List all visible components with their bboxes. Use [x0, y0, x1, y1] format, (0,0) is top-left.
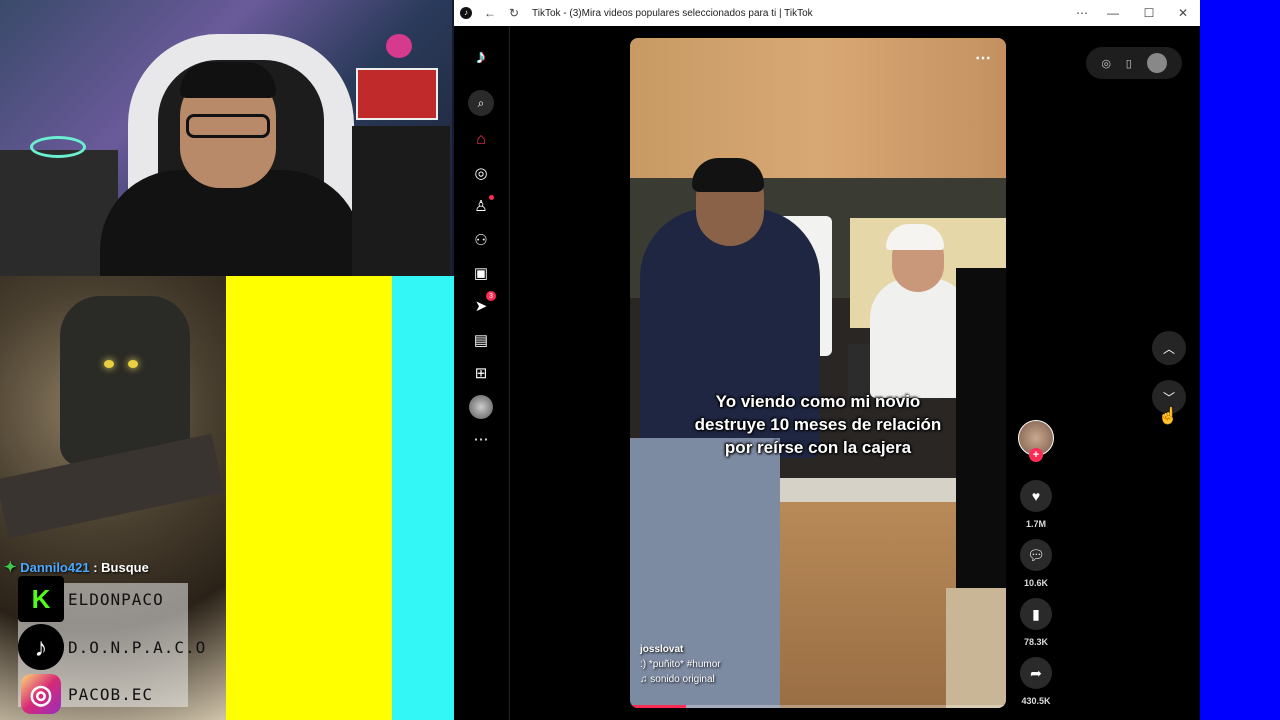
video-sound[interactable]: ♫ sonido original	[640, 674, 721, 685]
chat-message: ✦ Dannilo421 : Busque	[4, 558, 149, 576]
lamp-light	[30, 136, 86, 158]
video-player[interactable]: ⋯ Yo viendo como mi novio destruye 10 me…	[630, 38, 1006, 708]
speaker	[352, 126, 450, 276]
tiktok-sidebar: ♪ ⌕ ⌂ ◎ ♙ ⚇ ▣ ➤ 3 ▤ ⊞ ⋯	[454, 26, 510, 720]
previous-video-chevron-up-icon[interactable]: ︿	[1152, 331, 1186, 365]
video-author[interactable]: josslovat	[640, 644, 721, 655]
webcam-feed	[0, 0, 452, 276]
inbox-icon[interactable]: ▤	[470, 329, 492, 351]
share-count: 430.5K	[1021, 696, 1051, 706]
search-icon[interactable]: ⌕	[468, 90, 494, 116]
messages-badge: 3	[486, 291, 496, 301]
social-handle: ELDONPACO	[68, 589, 164, 609]
plus-icon: ✦	[4, 559, 17, 576]
follow-plus-icon[interactable]: +	[1029, 448, 1043, 462]
like-heart-icon[interactable]: ♥	[1020, 480, 1052, 512]
tiktok-icon: ♪	[18, 624, 64, 670]
friends-icon[interactable]: ⚇	[470, 229, 492, 251]
maximize-button[interactable]: ☐	[1132, 0, 1166, 26]
back-arrow-icon[interactable]: ←	[478, 0, 502, 26]
social-row-instagram: ◎ PACOB.EC	[18, 673, 153, 715]
video-progress-fill	[630, 705, 687, 708]
poster	[356, 68, 438, 120]
dark-creature	[60, 296, 190, 466]
messages-send-icon[interactable]: ➤ 3	[470, 291, 496, 317]
top-right-controls: ◎ ▯	[1086, 47, 1182, 79]
share-arrow-icon[interactable]: ➦	[1020, 657, 1052, 689]
more-options-icon[interactable]: ⋯	[1070, 0, 1094, 26]
home-icon[interactable]: ⌂	[470, 129, 492, 151]
socials-panel: K ELDONPACO ♪ D.O.N.P.A.C.O ◎ PACOB.EC	[18, 576, 205, 714]
video-progress-bar[interactable]	[630, 705, 1006, 708]
instagram-icon: ◎	[21, 674, 61, 714]
social-handle: D.O.N.P.A.C.O	[68, 637, 207, 657]
profile-avatar[interactable]	[469, 395, 493, 419]
glasses	[186, 114, 270, 138]
video-meta: josslovat :) *puñito* #humor ♫ sonido or…	[640, 644, 721, 689]
video-caption: Yo viendo como mi novio destruye 10 mese…	[694, 392, 942, 457]
cyan-panel	[392, 276, 454, 720]
following-icon[interactable]: ♙	[470, 195, 494, 217]
title-bar: ♪ ← ↻ TikTok - (3)Mira videos populares …	[454, 0, 1200, 26]
creature-eye	[128, 360, 138, 368]
yellow-panel	[226, 276, 392, 720]
chat-text: Busque	[101, 560, 149, 575]
comment-count: 10.6K	[1023, 578, 1049, 588]
reload-icon[interactable]: ↻	[502, 0, 526, 26]
browser-window: ♪ ← ↻ TikTok - (3)Mira videos populares …	[454, 0, 1200, 720]
social-handle: PACOB.EC	[68, 684, 154, 704]
notification-dot	[489, 195, 494, 200]
creature-eye	[104, 360, 114, 368]
screen: ✦ Dannilo421 : Busque K ELDONPACO ♪ D.O.…	[0, 0, 1280, 720]
chat-separator: :	[93, 560, 98, 575]
phone-icon[interactable]: ▯	[1126, 57, 1132, 70]
scene-cashier	[870, 278, 970, 398]
app-icon: ♪	[454, 0, 478, 26]
more-dots-icon[interactable]: ⋯	[470, 428, 492, 450]
scene-cabinets	[630, 38, 1006, 178]
video-more-icon[interactable]: ⋯	[975, 48, 992, 68]
tiktok-logo-icon[interactable]: ♪	[470, 46, 492, 68]
close-button[interactable]: ✕	[1166, 0, 1200, 26]
like-count: 1.7M	[1025, 519, 1046, 529]
save-count: 78.3K	[1023, 637, 1049, 647]
live-tv-icon[interactable]: ▣	[470, 262, 492, 284]
flower-plant	[386, 34, 412, 58]
blue-background	[1200, 0, 1280, 720]
upload-plus-icon[interactable]: ⊞	[470, 362, 492, 384]
user-avatar[interactable]	[1146, 53, 1167, 73]
minimize-button[interactable]: —	[1094, 0, 1132, 26]
mouse-cursor-icon: ☝	[1158, 408, 1178, 425]
bookmark-icon[interactable]: ▮	[1020, 598, 1052, 630]
video-description: :) *puñito* #humor	[640, 659, 721, 670]
social-row-kick: K ELDONPACO	[18, 576, 164, 622]
window-title: TikTok - (3)Mira videos populares selecc…	[532, 7, 813, 19]
comment-icon[interactable]: 💬︎	[1020, 539, 1052, 571]
social-row-tiktok: ♪ D.O.N.P.A.C.O	[18, 624, 207, 670]
explore-compass-icon[interactable]: ◎	[1101, 57, 1111, 70]
chat-username: Dannilo421	[20, 560, 90, 575]
explore-compass-icon[interactable]: ◎	[470, 162, 492, 184]
kick-icon: K	[18, 576, 64, 622]
